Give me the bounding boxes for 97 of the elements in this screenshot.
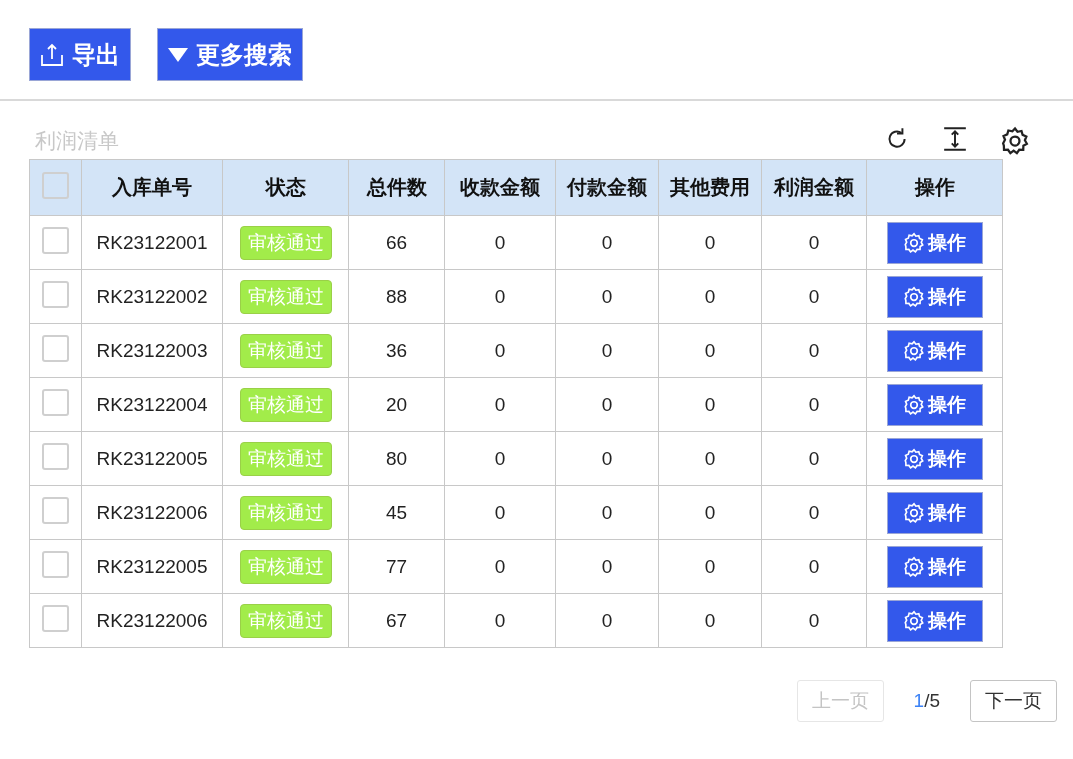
amount-text: 0 xyxy=(704,447,716,469)
amount-text: 0 xyxy=(601,231,613,253)
column-header: 状态 xyxy=(222,159,349,216)
gear-icon xyxy=(1000,126,1030,156)
amount-text: 0 xyxy=(808,393,820,415)
status-tag: 审核通过 xyxy=(239,279,332,314)
action-button[interactable]: 操作 xyxy=(886,329,983,372)
row-checkbox[interactable] xyxy=(42,226,69,254)
amount-text: 36 xyxy=(385,339,408,361)
amount-text: 0 xyxy=(494,393,506,415)
amount-text: 20 xyxy=(385,393,408,415)
status-tag: 审核通过 xyxy=(239,549,332,584)
row-checkbox[interactable] xyxy=(42,334,69,362)
column-header: 利润金额 xyxy=(761,159,867,216)
column-header: 收款金额 xyxy=(444,159,556,216)
status-tag: 审核通过 xyxy=(239,387,332,422)
row-checkbox[interactable] xyxy=(42,442,69,470)
upload-icon xyxy=(40,42,64,67)
amount-text: 0 xyxy=(601,339,613,361)
amount-text: 77 xyxy=(385,555,408,577)
amount-text: 0 xyxy=(601,447,613,469)
order-number: RK23122003 xyxy=(96,339,208,361)
export-button[interactable]: 导出 xyxy=(29,28,131,81)
amount-text: 0 xyxy=(494,339,506,361)
order-number: RK23122005 xyxy=(96,447,208,469)
amount-text: 0 xyxy=(704,231,716,253)
amount-text: 0 xyxy=(494,231,506,253)
column-header: 其他费用 xyxy=(658,159,762,216)
amount-text: 0 xyxy=(704,501,716,523)
gear-icon xyxy=(903,393,925,416)
row-checkbox[interactable] xyxy=(42,550,69,578)
amount-text: 0 xyxy=(808,555,820,577)
row-checkbox[interactable] xyxy=(42,280,69,308)
gear-icon xyxy=(903,447,925,470)
amount-text: 0 xyxy=(808,339,820,361)
action-button[interactable]: 操作 xyxy=(886,491,983,534)
amount-text: 0 xyxy=(494,609,506,631)
amount-text: 0 xyxy=(704,393,716,415)
amount-text: 0 xyxy=(704,609,716,631)
amount-text: 0 xyxy=(494,501,506,523)
action-button[interactable]: 操作 xyxy=(886,383,983,426)
order-number: RK23122004 xyxy=(96,393,208,415)
settings-icon[interactable] xyxy=(1000,126,1030,156)
amount-text: 88 xyxy=(385,285,408,307)
amount-text: 45 xyxy=(385,501,408,523)
amount-text: 80 xyxy=(385,447,408,469)
amount-text: 0 xyxy=(704,555,716,577)
amount-text: 0 xyxy=(494,285,506,307)
amount-text: 0 xyxy=(704,285,716,307)
action-button[interactable]: 操作 xyxy=(886,545,983,588)
column-header: 入库单号 xyxy=(81,159,223,216)
row-checkbox[interactable] xyxy=(42,604,69,632)
order-number: RK23122005 xyxy=(96,555,208,577)
row-checkbox[interactable] xyxy=(42,496,69,524)
column-header: 总件数 xyxy=(348,159,445,216)
action-button[interactable]: 操作 xyxy=(886,599,983,642)
gear-icon xyxy=(903,339,925,362)
select-all-checkbox[interactable] xyxy=(42,171,69,199)
next-page-button[interactable]: 下一页 xyxy=(970,680,1057,722)
amount-text: 67 xyxy=(385,609,408,631)
amount-text: 0 xyxy=(494,555,506,577)
amount-text: 0 xyxy=(494,447,506,469)
column-header: 操作 xyxy=(866,159,1003,216)
amount-text: 0 xyxy=(601,501,613,523)
gear-icon xyxy=(903,555,925,578)
page-indicator: 1/5 xyxy=(913,690,940,712)
gear-icon xyxy=(903,285,925,308)
status-tag: 审核通过 xyxy=(239,603,332,638)
gear-icon xyxy=(903,231,925,254)
action-button[interactable]: 操作 xyxy=(886,221,983,264)
amount-text: 66 xyxy=(385,231,408,253)
caret-down-icon xyxy=(168,47,188,62)
amount-text: 0 xyxy=(808,609,820,631)
column-header: 付款金额 xyxy=(555,159,659,216)
amount-text: 0 xyxy=(808,501,820,523)
order-number: RK23122002 xyxy=(96,285,208,307)
row-checkbox[interactable] xyxy=(42,388,69,416)
amount-text: 0 xyxy=(808,447,820,469)
amount-text: 0 xyxy=(601,555,613,577)
amount-text: 0 xyxy=(601,393,613,415)
amount-text: 0 xyxy=(601,609,613,631)
amount-text: 0 xyxy=(601,285,613,307)
more-search-button[interactable]: 更多搜索 xyxy=(157,28,303,81)
status-tag: 审核通过 xyxy=(239,333,332,368)
action-button[interactable]: 操作 xyxy=(886,275,983,318)
order-number: RK23122001 xyxy=(96,231,208,253)
action-button[interactable]: 操作 xyxy=(886,437,983,480)
amount-text: 0 xyxy=(704,339,716,361)
status-tag: 审核通过 xyxy=(239,225,332,260)
gear-icon xyxy=(903,501,925,524)
order-number: RK23122006 xyxy=(96,501,208,523)
order-number: RK23122006 xyxy=(96,609,208,631)
amount-text: 0 xyxy=(808,231,820,253)
status-tag: 审核通过 xyxy=(239,495,332,530)
status-tag: 审核通过 xyxy=(239,441,332,476)
amount-text: 0 xyxy=(808,285,820,307)
gear-icon xyxy=(903,609,925,632)
